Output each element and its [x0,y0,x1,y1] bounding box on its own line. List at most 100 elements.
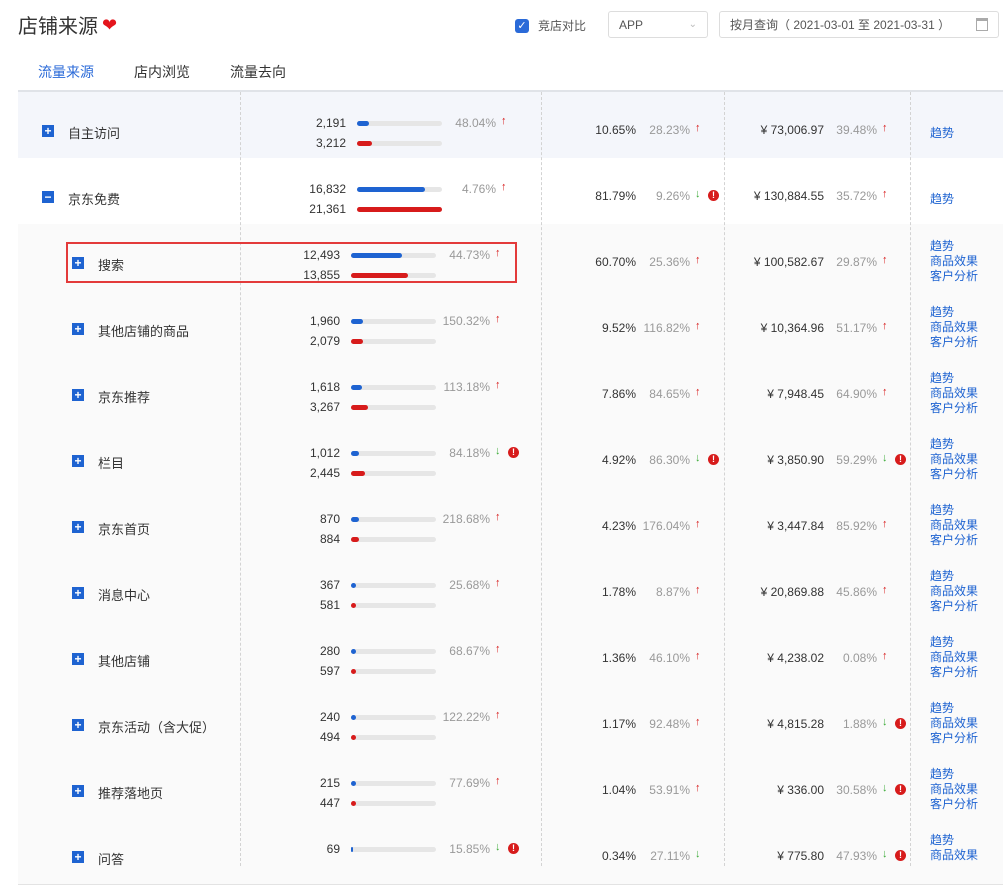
product-effect-link[interactable]: 商品效果 [930,320,978,335]
trend-link[interactable]: 趋势 [930,126,954,141]
expand-icon[interactable]: + [42,125,54,137]
warning-icon[interactable]: ! [895,454,906,465]
trend-link[interactable]: 趋势 [930,701,978,716]
visitors-bar-compare [357,207,442,212]
trend-link[interactable]: 趋势 [930,503,978,518]
visitors-bar-compare [351,735,356,740]
calendar-icon[interactable] [976,18,988,31]
visitors-current: 215 [319,776,340,790]
customer-analysis-link[interactable]: 客户分析 [930,665,978,680]
trend-link[interactable]: 趋势 [930,767,978,782]
expand-icon[interactable]: + [72,851,84,863]
product-effect-link[interactable]: 商品效果 [930,848,978,863]
source-name: 问答 [98,852,125,867]
trend-link[interactable]: 趋势 [930,305,978,320]
warning-icon[interactable]: ! [508,843,519,854]
trend-link[interactable]: 趋势 [930,192,954,207]
heart-icon[interactable]: ❤ [102,16,117,34]
product-effect-link[interactable]: 商品效果 [930,254,978,269]
customer-analysis-link[interactable]: 客户分析 [930,797,978,812]
expand-icon[interactable]: + [72,587,84,599]
expand-icon[interactable]: + [72,653,84,665]
chevron-down-icon: ⌄ [688,19,697,30]
visitors-bar-track [351,319,436,324]
amount-change-pct: 1.88% [842,717,877,731]
visitors-change-pct: 122.22% [442,710,490,724]
customer-analysis-link[interactable]: 客户分析 [930,599,978,614]
visitors-compare: 3,267 [309,400,340,414]
visitors-bar-track [351,471,436,476]
amount-change-pct: 35.72% [836,189,877,203]
warning-icon[interactable]: ! [895,718,906,729]
visitors-current: 280 [319,644,340,658]
customer-analysis-link[interactable]: 客户分析 [930,401,978,416]
customer-analysis-link[interactable]: 客户分析 [930,335,978,350]
warning-icon[interactable]: ! [895,850,906,861]
order-amount: ¥ 130,884.55 [753,189,824,203]
platform-select[interactable]: APP ⌄ [608,11,708,38]
product-effect-link[interactable]: 商品效果 [930,386,978,401]
warning-icon[interactable]: ! [895,784,906,795]
expand-icon[interactable]: + [72,323,84,335]
compare-store-toggle[interactable]: ✓ 竞店对比 [515,17,586,34]
expand-icon[interactable]: + [72,389,84,401]
trend-link[interactable]: 趋势 [930,569,978,584]
product-effect-link[interactable]: 商品效果 [930,650,978,665]
product-effect-link[interactable]: 商品效果 [930,782,978,797]
product-effect-link[interactable]: 商品效果 [930,452,978,467]
visitors-bar-track [351,537,436,542]
visitors-bar-current [351,847,353,852]
trend-link[interactable]: 趋势 [930,239,978,254]
warning-icon[interactable]: ! [708,454,719,465]
row-actions: 趋势 商品效果 客户分析 [930,239,978,284]
amount-change-pct: 30.58% [836,783,877,797]
trend-link[interactable]: 趋势 [930,635,978,650]
arrow-up-icon: ↑ [495,775,501,787]
order-amount: ¥ 73,006.97 [760,123,824,137]
visitors-current: 1,618 [309,380,340,394]
order-amount: ¥ 4,238.02 [767,651,824,665]
visitors-bar-track [357,121,442,126]
expand-icon[interactable]: + [72,785,84,797]
product-effect-link[interactable]: 商品效果 [930,716,978,731]
row-actions: 趋势 商品效果 客户分析 [930,305,978,350]
arrow-up-icon: ↑ [695,650,701,662]
warning-icon[interactable]: ! [508,447,519,458]
customer-analysis-link[interactable]: 客户分析 [930,269,978,284]
expand-icon[interactable]: + [72,521,84,533]
ratio-change-pct: 28.23% [649,123,690,137]
visitors-current: 69 [326,842,340,856]
visitors-bar-track [351,339,436,344]
collapse-icon[interactable]: − [42,191,54,203]
table-row: + 自主访问 2,191 3,212 48.04% ↑ 10.65% 28.23% ↑ ¥ 73,… [18,92,1003,159]
date-range-picker[interactable]: 按月查询（ 2021-03-01 至 2021-03-31 ） [719,11,999,38]
row-actions: 趋势 商品效果 客户分析 [930,569,978,614]
customer-analysis-link[interactable]: 客户分析 [930,467,978,482]
visitors-change-pct: 15.85% [449,842,490,856]
ratio-change-pct: 53.91% [649,783,690,797]
table-row: + 其他店铺 280 597 68.67% ↑ 1.36% 46.10% ↑ ¥ 4,238.02… [18,620,1003,687]
trend-link[interactable]: 趋势 [930,833,978,848]
ratio-value: 4.92% [601,453,636,467]
checkbox-checked-icon[interactable]: ✓ [515,18,529,33]
arrow-down-icon: ↓ [695,848,701,860]
trend-link[interactable]: 趋势 [930,371,978,386]
product-effect-link[interactable]: 商品效果 [930,518,978,533]
expand-icon[interactable]: + [72,719,84,731]
arrow-up-icon: ↑ [495,643,501,655]
visitors-bar-compare [351,669,356,674]
expand-icon[interactable]: + [72,455,84,467]
ratio-value: 10.65% [595,123,636,137]
warning-icon[interactable]: ! [708,190,719,201]
visitors-bar-current [351,451,360,456]
visitors-compare: 447 [319,796,340,810]
product-effect-link[interactable]: 商品效果 [930,584,978,599]
arrow-up-icon: ↑ [882,122,888,134]
trend-link[interactable]: 趋势 [930,437,978,452]
arrow-down-icon: ↓ [882,782,888,794]
row-actions: 趋势 商品效果 客户分析 [930,701,978,746]
customer-analysis-link[interactable]: 客户分析 [930,533,978,548]
customer-analysis-link[interactable]: 客户分析 [930,731,978,746]
column-divider [541,92,542,866]
visitors-bar-compare [351,339,364,344]
